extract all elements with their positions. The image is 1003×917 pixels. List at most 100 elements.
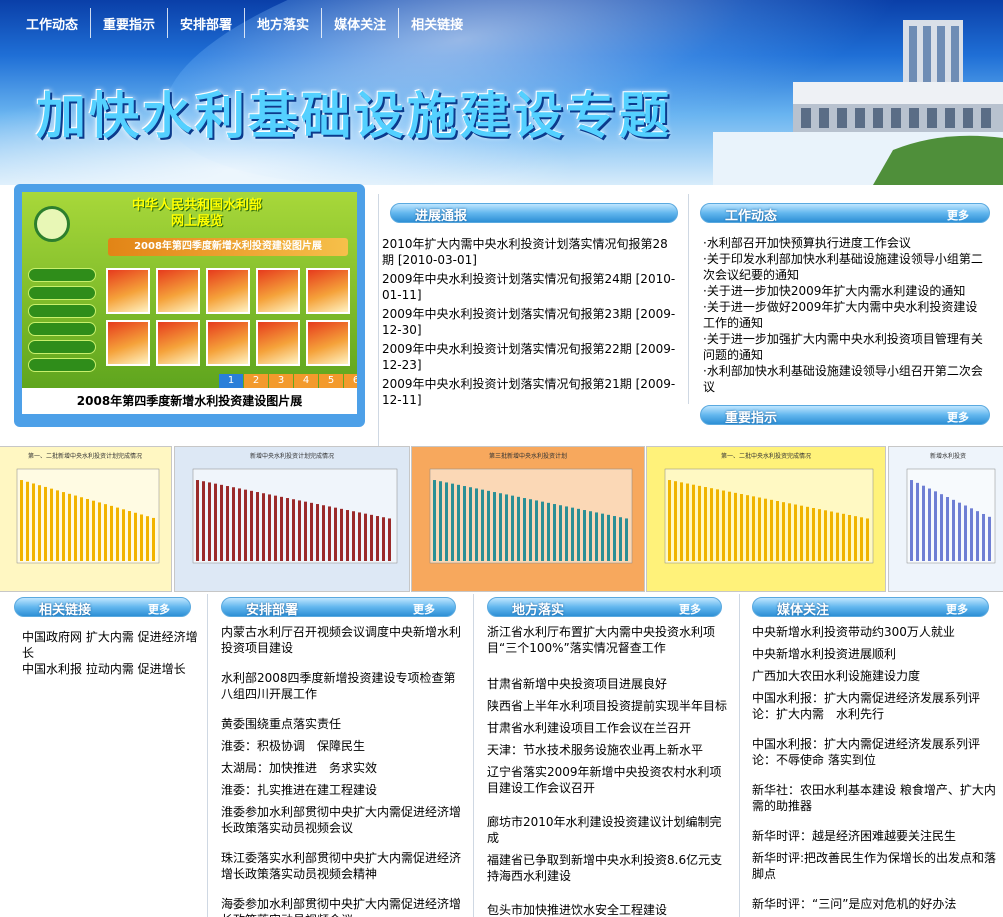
media-more-link[interactable]: 更多 bbox=[946, 601, 968, 617]
pager-1[interactable]: 1 bbox=[219, 374, 243, 388]
list-item[interactable]: 甘肃省水利建设项目工作会议在兰召开 bbox=[487, 720, 732, 736]
nav-work-news[interactable]: 工作动态 bbox=[14, 8, 90, 38]
chart-bar bbox=[722, 490, 725, 561]
list-item[interactable]: 廊坊市2010年水利建设投资建议计划编制完成 bbox=[487, 814, 732, 846]
list-item[interactable]: ·关于进一步加强扩大内需中央水利投资项目管理有关问题的通知 bbox=[703, 331, 983, 363]
list-item[interactable]: 新华时评:把改善民生作为保增长的出发点和落脚点 bbox=[752, 850, 997, 882]
progress-header: 进展通报 bbox=[390, 203, 678, 224]
chart-bar bbox=[668, 480, 671, 561]
list-item[interactable]: ·关于进一步做好2009年扩大内需中央水利投资建设工作的通知 bbox=[703, 299, 983, 331]
nav-deployment[interactable]: 安排部署 bbox=[167, 8, 244, 38]
chart-bar bbox=[110, 505, 113, 561]
list-item[interactable]: 中国水利报：扩大内需促进经济发展系列评论：不辱使命 落实到位 bbox=[752, 736, 997, 768]
chart-bar bbox=[388, 518, 391, 561]
chart-bar bbox=[928, 488, 931, 561]
nav-local[interactable]: 地方落实 bbox=[244, 8, 321, 38]
chart-thumb-2[interactable]: 新增中央水利投资计划完成情况 bbox=[174, 446, 410, 592]
pager-4[interactable]: 4 bbox=[294, 374, 318, 388]
nav-media[interactable]: 媒体关注 bbox=[321, 8, 398, 38]
chart-bar bbox=[244, 489, 247, 561]
chart-bar bbox=[86, 498, 89, 561]
list-item[interactable]: 中央新增水利投资带动约300万人就业 bbox=[752, 624, 997, 640]
list-item[interactable]: 广西加大农田水利设施建设力度 bbox=[752, 668, 997, 684]
list-item[interactable]: 2009年中央水利投资计划落实情况旬报第21期 [2009-12-11] bbox=[382, 376, 678, 408]
instructions-more-link[interactable]: 更多 bbox=[947, 409, 969, 425]
list-item[interactable]: 2009年中央水利投资计划落实情况旬报第22期 [2009-12-23] bbox=[382, 341, 678, 373]
page-title: 加快水利基础设施建设专题 bbox=[36, 87, 672, 145]
list-item[interactable]: ·关于进一步加快2009年扩大内需水利建设的通知 bbox=[703, 283, 983, 299]
work-more-link[interactable]: 更多 bbox=[947, 207, 969, 223]
list-item[interactable]: 中国政府网 扩大内需 促进经济增长 bbox=[22, 629, 200, 661]
chart-thumb-1[interactable]: 第一、二批新增中央水利投资计划完成情况 bbox=[0, 446, 172, 592]
list-item[interactable]: 太湖局：加快推进 务求实效 bbox=[221, 760, 465, 776]
local-more-link[interactable]: 更多 bbox=[679, 601, 701, 617]
chart-bar bbox=[764, 498, 767, 561]
nav-links[interactable]: 相关链接 bbox=[398, 8, 475, 38]
list-item[interactable]: 内蒙古水利厅召开视频会议调度中央新增水利投资项目建设 bbox=[221, 624, 465, 656]
chart-bar bbox=[830, 511, 833, 561]
local-title: 地方落实 bbox=[512, 603, 565, 618]
pager-2[interactable]: 2 bbox=[244, 374, 268, 388]
chart-bar bbox=[370, 514, 373, 561]
list-item[interactable]: 2009年中央水利投资计划落实情况旬报第24期 [2010-01-11] bbox=[382, 271, 678, 303]
list-item[interactable]: 陕西省上半年水利项目投资提前实现半年目标 bbox=[487, 698, 732, 714]
pager-3[interactable]: 3 bbox=[269, 374, 293, 388]
list-item[interactable]: 海委参加水利部贯彻中央扩大内需促进经济增长政策落实动员视频会议 bbox=[221, 896, 465, 917]
list-item[interactable]: 珠江委落实水利部贯彻中央扩大内需促进经济增长政策落实动员视频会精神 bbox=[221, 850, 465, 882]
chart-bar bbox=[916, 482, 919, 561]
list-item[interactable]: ·水利部召开加快预算执行进度工作会议 bbox=[703, 235, 983, 251]
exhibition-caption[interactable]: 2008年第四季度新增水利投资建设图片展 bbox=[22, 388, 357, 414]
list-item[interactable]: 福建省已争取到新增中央水利投资8.6亿元支持海西水利建设 bbox=[487, 852, 732, 884]
list-item[interactable]: 淮委参加水利部贯彻中央扩大内需促进经济增长政策落实动员视频会议 bbox=[221, 804, 465, 836]
list-item[interactable]: 中央新增水利投资进展顺利 bbox=[752, 646, 997, 662]
pager-6[interactable]: 6 bbox=[344, 374, 357, 388]
list-item[interactable]: 新华时评：“三问”是应对危机的好办法 bbox=[752, 896, 997, 912]
list-item[interactable]: ·水利部加快水利基础设施建设领导小组召开第二次会议 bbox=[703, 363, 983, 395]
chart-bar bbox=[940, 494, 943, 561]
chart-bar bbox=[958, 502, 961, 561]
chart-bar bbox=[292, 499, 295, 561]
instructions-title: 重要指示 bbox=[725, 411, 778, 426]
chart-bar bbox=[946, 497, 949, 561]
chart-bar bbox=[74, 495, 77, 561]
list-item[interactable]: 黄委围绕重点落实责任 bbox=[221, 716, 465, 732]
list-item[interactable]: 浙江省水利厅布置扩大内需中央投资水利项目“三个100%”落实情况督查工作 bbox=[487, 624, 732, 656]
chart-bar bbox=[547, 502, 550, 561]
media-header: 媒体关注 更多 bbox=[752, 597, 989, 618]
chart-bar bbox=[806, 506, 809, 561]
list-item[interactable]: 辽宁省落实2009年新增中央投资农村水利项目建设工作会议召开 bbox=[487, 764, 732, 796]
chart-strip: 第一、二批新增中央水利投资计划完成情况 新增中央水利投资计划完成情况 第三批新增… bbox=[0, 446, 1003, 592]
list-item[interactable]: 2010年扩大内需中央水利投资计划落实情况旬报第28期 [2010-03-01] bbox=[382, 236, 678, 268]
chart-thumb-title: 第一、二批新增中央水利投资计划完成情况 bbox=[28, 452, 142, 460]
exhibition-card[interactable]: 中华人民共和国水利部 网上展览 2008年第四季度新增水利投资建设图片展 1 2… bbox=[14, 184, 365, 427]
links-more-link[interactable]: 更多 bbox=[148, 601, 170, 617]
list-item[interactable]: 中国水利报 拉动内需 促进增长 bbox=[22, 661, 200, 677]
list-item[interactable]: 2009年中央水利投资计划落实情况旬报第23期 [2009-12-30] bbox=[382, 306, 678, 338]
deploy-more-link[interactable]: 更多 bbox=[413, 601, 435, 617]
chart-bar bbox=[92, 500, 95, 561]
chart-bar bbox=[346, 510, 349, 561]
list-item[interactable]: 淮委：积极协调 保障民生 bbox=[221, 738, 465, 754]
chart-bar bbox=[866, 518, 869, 561]
list-item[interactable]: 淮委：扎实推进在建工程建设 bbox=[221, 782, 465, 798]
list-item[interactable]: 天津：节水技术服务设施农业再上新水平 bbox=[487, 742, 732, 758]
list-item[interactable]: 甘肃省新增中央投资项目进展良好 bbox=[487, 676, 732, 692]
exhibition-image[interactable]: 中华人民共和国水利部 网上展览 2008年第四季度新增水利投资建设图片展 1 2… bbox=[22, 192, 357, 388]
nav-instructions[interactable]: 重要指示 bbox=[90, 8, 167, 38]
chart-bar bbox=[196, 480, 199, 561]
chart-thumb-5[interactable]: 新增水利投资 bbox=[888, 446, 1003, 592]
chart-bar bbox=[304, 501, 307, 561]
list-item[interactable]: 水利部2008四季度新增投资建设专项检查第八组四川开展工作 bbox=[221, 670, 465, 702]
list-item[interactable]: 新华时评：越是经济困难越要关注民生 bbox=[752, 828, 997, 844]
instructions-header: 重要指示 更多 bbox=[700, 405, 990, 426]
list-item[interactable]: 中国水利报：扩大内需促进经济发展系列评论：扩大内需 水利先行 bbox=[752, 690, 997, 722]
chart-plot-area bbox=[664, 468, 874, 564]
chart-thumb-3[interactable]: 第三批新增中央水利投资计划 bbox=[411, 446, 645, 592]
list-item[interactable]: 包头市加快推进饮水安全工程建设 bbox=[487, 902, 732, 917]
chart-bar bbox=[686, 483, 689, 561]
pager-5[interactable]: 5 bbox=[319, 374, 343, 388]
chart-thumb-4[interactable]: 第一、二批中央水利投资完成情况 bbox=[646, 446, 886, 592]
list-item[interactable]: 新华社：农田水利基本建设 粮食增产、扩大内需的助推器 bbox=[752, 782, 997, 814]
list-item[interactable]: ·关于印发水利部加快水利基础设施建设领导小组第二次会议纪要的通知 bbox=[703, 251, 983, 283]
chart-bar bbox=[848, 514, 851, 561]
